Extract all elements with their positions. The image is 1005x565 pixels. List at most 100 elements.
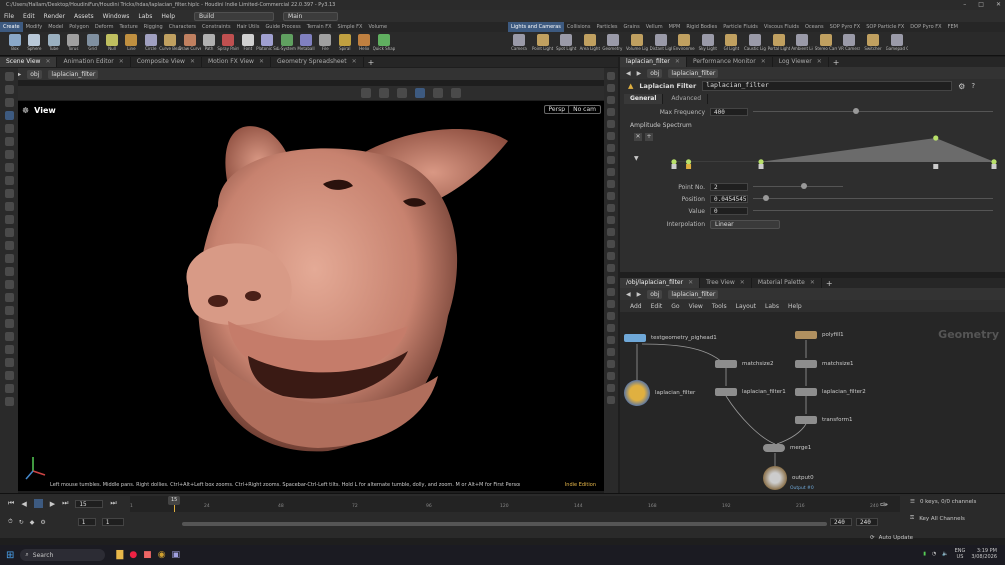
main-dropdown[interactable]: Main [283, 11, 339, 21]
value-field[interactable]: 0 [710, 207, 748, 215]
tool-button[interactable] [4, 254, 14, 263]
shelf-tab[interactable]: Modify [23, 22, 46, 32]
interpolation-dropdown[interactable]: Linear [710, 219, 780, 229]
display-option-button[interactable] [607, 324, 615, 332]
range-slider[interactable] [182, 522, 827, 526]
tool-button[interactable] [4, 215, 14, 224]
value-slider[interactable] [753, 207, 993, 215]
shelf-tab[interactable]: Particles [593, 22, 620, 32]
tab-log-viewer[interactable]: Log Viewer ✕ [773, 57, 829, 67]
display-option-button[interactable] [607, 192, 615, 200]
menu-help[interactable]: Help [161, 13, 175, 20]
shelf-tab[interactable]: Hair Utils [234, 22, 263, 32]
snap-icon[interactable] [379, 88, 389, 98]
ramp-point[interactable] [991, 159, 997, 165]
jump-end-icon[interactable]: ⏭ [110, 499, 116, 508]
display-option-button[interactable] [607, 204, 615, 212]
frame-ruler[interactable]: 15 1 24 48 72 96 120 144 168 192 216 240 [130, 496, 900, 512]
shelf-tool[interactable]: Volume Light [626, 32, 648, 56]
display-option-button[interactable] [607, 348, 615, 356]
ramp-point[interactable] [758, 159, 764, 165]
display-option-button[interactable] [607, 384, 615, 392]
menu-file[interactable]: File [4, 13, 14, 20]
shelf-tool[interactable]: Portal Light [768, 32, 790, 56]
display-option-button[interactable] [607, 96, 615, 104]
display-option-button[interactable] [607, 300, 615, 308]
node-laplacian-filter[interactable]: laplacian_filter [624, 380, 695, 406]
menu-assets[interactable]: Assets [74, 13, 94, 20]
display-option-button[interactable] [607, 396, 615, 404]
shelf-tool[interactable]: Gamepad Camera [886, 32, 908, 56]
realtime-icon[interactable]: ⏱ [8, 518, 13, 526]
tool-button[interactable] [4, 397, 14, 406]
shelf-tool[interactable]: Caustic Light [744, 32, 766, 56]
select-mode-icon[interactable] [361, 88, 371, 98]
tool-button[interactable] [4, 241, 14, 250]
shelf-tab[interactable]: FEM [945, 22, 961, 32]
node-box[interactable] [624, 334, 646, 342]
add-point-icon[interactable]: + [645, 133, 653, 141]
display-option-button[interactable] [607, 228, 615, 236]
display-option-button[interactable] [607, 240, 615, 248]
maximize-button[interactable]: □ [978, 0, 984, 10]
start-frame-field[interactable]: 1 [77, 518, 96, 526]
node-laplacian-filter2[interactable]: laplacian_filter2 [795, 388, 866, 396]
file-explorer-icon[interactable]: ▇ [116, 550, 123, 560]
tray-icon[interactable]: ▮ [923, 551, 926, 557]
tool-button[interactable] [4, 163, 14, 172]
close-icon[interactable]: ✕ [190, 58, 195, 65]
display-option-button[interactable] [607, 288, 615, 296]
shelf-tab[interactable]: Texture [116, 22, 140, 32]
shelf-tool[interactable]: Geometry Light [602, 32, 624, 56]
update-mode-icon[interactable]: ⟳ [870, 535, 875, 541]
taskbar-search[interactable]: ⌕ Search [20, 549, 106, 561]
key-all-icon[interactable]: ⚿ [910, 515, 914, 522]
tool-button[interactable] [4, 124, 14, 133]
close-icon[interactable]: ✕ [119, 58, 124, 65]
tool-button[interactable] [4, 332, 14, 341]
node-box[interactable] [795, 416, 817, 424]
node-transform1[interactable]: transform1 [795, 416, 852, 424]
close-icon[interactable]: ✕ [817, 58, 822, 65]
node-box[interactable] [795, 331, 817, 339]
key-all-channels-button[interactable]: Key All Channels [919, 516, 965, 522]
node-box[interactable] [763, 466, 787, 490]
back-icon[interactable]: ◀ [626, 70, 631, 77]
shelf-tab[interactable]: Grains [621, 22, 643, 32]
shelf-tab[interactable]: Simple FX [335, 22, 366, 32]
tool-button[interactable] [4, 189, 14, 198]
viewport[interactable]: ☸ View Persp No cam Left mouse tumbles. … [18, 101, 604, 491]
houdini-icon[interactable]: ◉ [158, 550, 166, 560]
node-box[interactable] [795, 388, 817, 396]
ramp-point[interactable] [671, 159, 677, 165]
shelf-tab[interactable]: Polygon [66, 22, 92, 32]
path-obj[interactable]: obj [27, 69, 43, 79]
tool-button[interactable] [4, 358, 14, 367]
settings-icon[interactable]: ⚙ [40, 519, 45, 526]
node-laplacian-filter1[interactable]: laplacian_filter1 [715, 388, 786, 396]
auto-update-button[interactable]: Auto Update [879, 535, 913, 541]
tool-button[interactable] [4, 72, 14, 81]
point-no-slider[interactable] [753, 183, 843, 191]
shelf-tool[interactable]: Camera [508, 32, 530, 56]
node-testgeometry-pighead1[interactable]: testgeometry_pighead1 [624, 334, 717, 342]
desktop-dropdown[interactable]: Build [194, 11, 275, 21]
display-option-button[interactable] [607, 372, 615, 380]
range-end-field[interactable]: 240 [830, 518, 852, 526]
display-option-button[interactable] [607, 108, 615, 116]
shelf-tab[interactable]: Constraints [199, 22, 234, 32]
display-mode-icon[interactable] [415, 88, 425, 98]
tab-general[interactable]: General [624, 94, 664, 104]
node-name-field[interactable]: laplacian_filter [702, 81, 953, 91]
tab-motion-fx-view[interactable]: Motion FX View ✕ [202, 57, 271, 67]
tool-button[interactable] [4, 150, 14, 159]
tool-button[interactable] [4, 111, 14, 120]
node-box[interactable] [715, 388, 737, 396]
display-option-button[interactable] [607, 120, 615, 128]
display-option-button[interactable] [607, 336, 615, 344]
shelf-tool[interactable]: Environment Light [673, 32, 695, 56]
menu-labs[interactable]: Labs [138, 13, 152, 20]
shelf-tab[interactable]: Collisions [564, 22, 594, 32]
shelf-tool[interactable]: Distant Light [650, 32, 672, 56]
shelf-tool[interactable]: Spot Light [555, 32, 577, 56]
